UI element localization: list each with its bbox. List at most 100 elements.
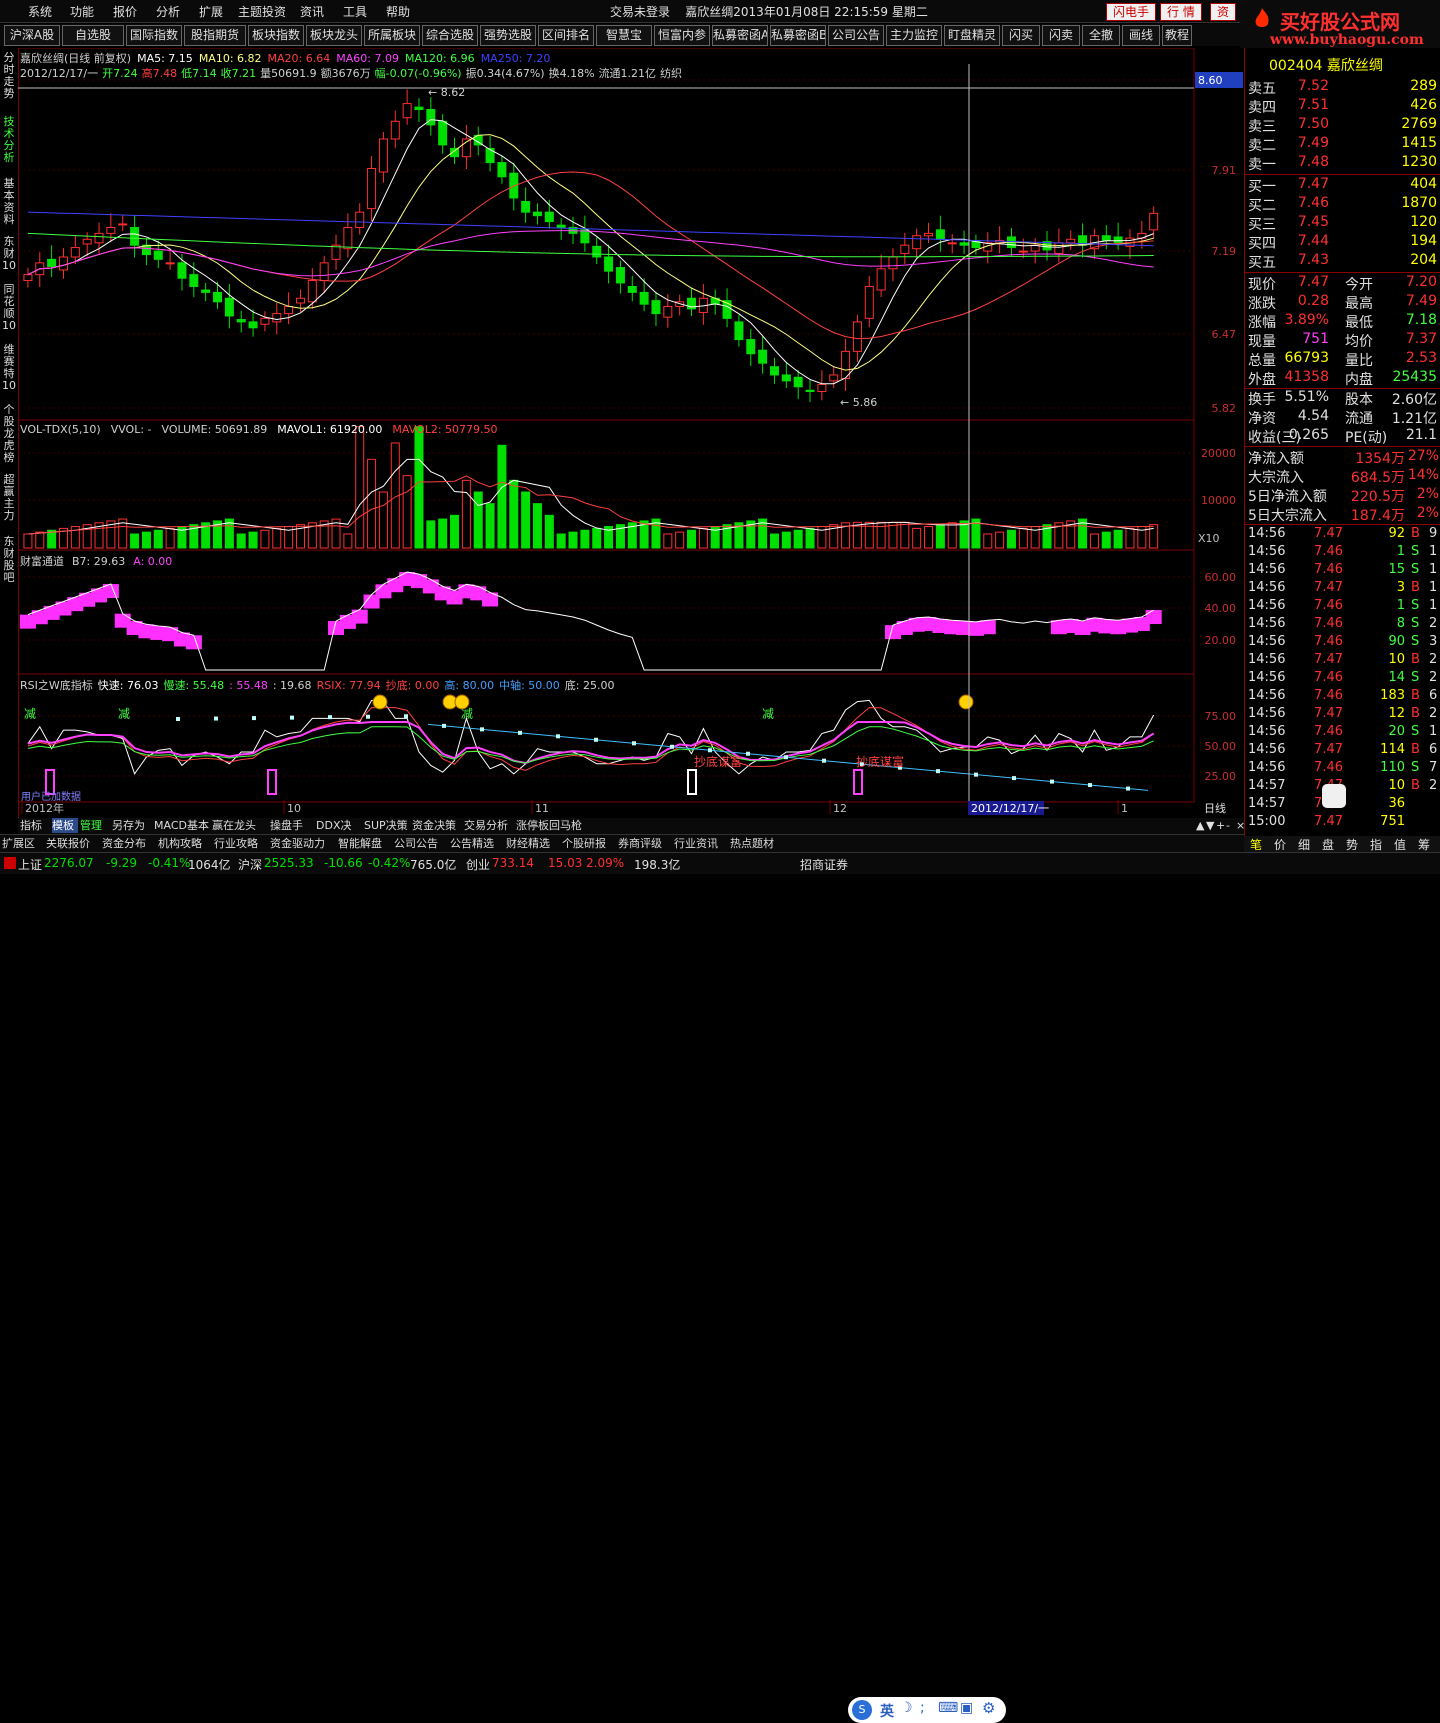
left-tab-8[interactable]: 东财股吧: [1, 536, 17, 584]
chart-nav-icon-3[interactable]: -: [1226, 818, 1236, 833]
ask-row-3-cell-1: 7.49: [1297, 135, 1329, 151]
toolbar-button-4[interactable]: 板块指数: [248, 25, 304, 46]
quote-tab-1[interactable]: 价: [1274, 836, 1286, 853]
toolbar-button-19[interactable]: 全撤: [1082, 25, 1120, 46]
extension-tab-7[interactable]: 公司公告: [394, 836, 446, 851]
chart-nav-icon-1[interactable]: ▼: [1206, 818, 1216, 833]
extension-tab-2[interactable]: 资金分布: [102, 836, 154, 851]
menu-item-8[interactable]: 帮助: [386, 3, 410, 20]
left-tab-5[interactable]: 维赛特10: [1, 344, 17, 392]
toolbar-button-15[interactable]: 主力监控: [886, 25, 942, 46]
quote-tab-5[interactable]: 指: [1370, 836, 1382, 853]
toolbar-button-7[interactable]: 综合选股: [422, 25, 478, 46]
toolbar-button-1[interactable]: 自选股: [62, 25, 124, 46]
indicator-tab-2[interactable]: 管理: [80, 818, 110, 833]
extension-tab-1[interactable]: 关联报价: [46, 836, 98, 851]
ime-logo-icon[interactable]: S: [852, 1700, 872, 1720]
candle-body-3: [58, 256, 68, 271]
toolbar-button-2[interactable]: 国际指数: [126, 25, 182, 46]
chart-nav-icon-0[interactable]: ▲: [1196, 818, 1206, 833]
quote-tab-2[interactable]: 细: [1298, 836, 1310, 853]
toolbar-button-18[interactable]: 闪卖: [1042, 25, 1080, 46]
data-button[interactable]: 资: [1210, 3, 1237, 21]
indicator-tab-1[interactable]: 模板: [52, 818, 78, 833]
moon-icon[interactable]: ☽: [900, 1700, 913, 1716]
quote-button[interactable]: 行 情: [1160, 3, 1202, 21]
punct-icon[interactable]: ;: [920, 1700, 925, 1716]
quote-tab-4[interactable]: 势: [1346, 836, 1358, 853]
ime-toolbar[interactable]: S 英 ☽ ; ⌨ ▣ ⚙: [848, 1697, 1006, 1723]
chart-nav-icon-4[interactable]: ×: [1236, 818, 1246, 833]
left-tab-6[interactable]: 个股龙虎榜: [1, 404, 17, 464]
toolbar-button-20[interactable]: 画线: [1122, 25, 1160, 46]
gem-index-label[interactable]: 创业: [466, 856, 490, 873]
rsi-dot-10: [556, 734, 560, 739]
menu-item-3[interactable]: 分析: [156, 3, 180, 20]
extension-tab-11[interactable]: 券商评级: [618, 836, 670, 851]
left-tab-3[interactable]: 东财10: [1, 236, 17, 272]
extension-tab-4[interactable]: 行业攻略: [214, 836, 266, 851]
indicator-tab-4[interactable]: MACD基本: [154, 818, 210, 833]
extension-tab-0[interactable]: 扩展区: [2, 836, 42, 851]
toolbar-button-8[interactable]: 强势选股: [480, 25, 536, 46]
left-tab-2[interactable]: 基本资料: [1, 178, 17, 226]
quote-tab-6[interactable]: 值: [1394, 836, 1406, 853]
menu-item-0[interactable]: 系统: [28, 3, 52, 20]
sz-index-label[interactable]: 沪深: [238, 856, 262, 873]
toolbar-button-5[interactable]: 板块龙头: [306, 25, 362, 46]
toolbar-button-13[interactable]: 私募密函B: [770, 25, 826, 46]
extension-tab-6[interactable]: 智能解盘: [338, 836, 390, 851]
chart-nav-icon-2[interactable]: +: [1216, 818, 1226, 833]
quote-tab-0[interactable]: 笔: [1250, 836, 1262, 853]
toolbar-button-16[interactable]: 盯盘精灵: [944, 25, 1000, 46]
quote-tab-3[interactable]: 盘: [1322, 836, 1334, 853]
extension-tab-5[interactable]: 资金驱动力: [270, 836, 334, 851]
indicator-tab-11[interactable]: 涨停板回马枪: [516, 818, 594, 833]
left-tab-7[interactable]: 超赢主力: [1, 474, 17, 522]
toolbar-button-6[interactable]: 所属板块: [364, 25, 420, 46]
volume-bar-75: [912, 527, 922, 549]
toolbar-button-9[interactable]: 区间排名: [538, 25, 594, 46]
skin-icon[interactable]: ▣: [960, 1700, 973, 1716]
indicator-tab-3[interactable]: 另存为: [112, 818, 152, 833]
toolbar-button-10[interactable]: 智慧宝: [596, 25, 652, 46]
ask-row-0-cell-0: 卖五: [1248, 81, 1276, 97]
left-tab-1[interactable]: 技术分析: [1, 116, 17, 164]
indicator-tab-10[interactable]: 交易分析: [464, 818, 514, 833]
extension-tab-10[interactable]: 个股研报: [562, 836, 614, 851]
toolbar-button-11[interactable]: 恒富内参: [654, 25, 710, 46]
left-tab-0[interactable]: 分时走势: [1, 52, 17, 100]
indicator-tab-0[interactable]: 指标: [20, 818, 50, 833]
extension-tab-13[interactable]: 热点题材: [730, 836, 782, 851]
settings-icon[interactable]: ⚙: [982, 1699, 995, 1717]
flash-trade-button[interactable]: 闪电手: [1106, 3, 1157, 21]
toolbar-button-3[interactable]: 股指期货: [184, 25, 246, 46]
extension-tab-12[interactable]: 行业资讯: [674, 836, 726, 851]
menu-item-7[interactable]: 工具: [343, 3, 367, 20]
extension-tab-9[interactable]: 财经精选: [506, 836, 558, 851]
toolbar-button-14[interactable]: 公司公告: [828, 25, 884, 46]
floating-widget-icon[interactable]: [1322, 784, 1346, 808]
indicator-tab-8[interactable]: SUP决策: [364, 818, 410, 833]
toolbar-button-12[interactable]: 私募密函A: [712, 25, 768, 46]
sh-index-label[interactable]: 上证: [18, 856, 42, 873]
indicator-tab-5[interactable]: 赢在龙头: [212, 818, 268, 833]
keyboard-icon[interactable]: ⌨: [938, 1700, 958, 1716]
menu-item-6[interactable]: 资讯: [300, 3, 324, 20]
menu-item-2[interactable]: 报价: [113, 3, 137, 20]
chart-area[interactable]: 8.607.917.196.475.828.60← 8.62← 5.862000…: [18, 48, 1243, 818]
menu-item-1[interactable]: 功能: [70, 3, 94, 20]
quote-tab-7[interactable]: 筹: [1418, 836, 1430, 853]
menu-item-5[interactable]: 主题投资: [238, 3, 286, 20]
extension-tab-3[interactable]: 机构攻略: [158, 836, 210, 851]
indicator-tab-7[interactable]: DDX决策: [316, 818, 362, 847]
toolbar-button-0[interactable]: 沪深A股: [4, 25, 60, 46]
toolbar-button-21[interactable]: 教程: [1162, 25, 1192, 46]
toolbar-button-17[interactable]: 闪买: [1002, 25, 1040, 46]
indicator-tab-9[interactable]: 资金决策: [412, 818, 462, 833]
indicator-tab-6[interactable]: 操盘手: [270, 818, 314, 833]
left-tab-4[interactable]: 同花顺10: [1, 284, 17, 332]
menu-item-4[interactable]: 扩展: [199, 3, 223, 20]
ime-mode[interactable]: 英: [880, 1701, 894, 1721]
extension-tab-8[interactable]: 公告精选: [450, 836, 502, 851]
